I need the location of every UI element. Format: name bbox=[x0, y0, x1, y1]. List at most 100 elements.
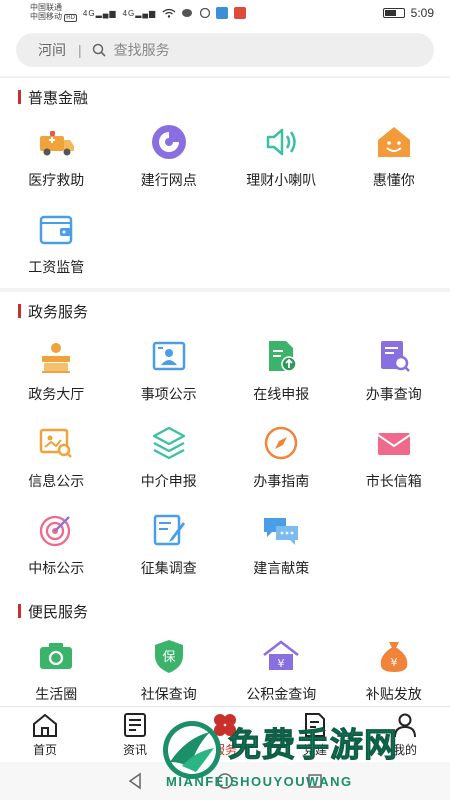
service-label: 社保查询 bbox=[140, 686, 197, 702]
finance-section: 普惠金融 医疗救助 建行网点 理财小喇叭 惠懂你 工资监管 bbox=[0, 78, 450, 288]
service-label: 政务大厅 bbox=[28, 386, 85, 402]
city-selector[interactable]: 河间 bbox=[38, 40, 66, 60]
service-item-agency-declare[interactable]: 中介申报 bbox=[113, 417, 226, 504]
search-input[interactable]: 查找服务 bbox=[114, 40, 170, 60]
service-item-life-circle[interactable]: 生活圈 bbox=[0, 630, 113, 717]
system-nav-bar bbox=[0, 762, 450, 800]
section-marker bbox=[18, 604, 21, 618]
service-item-survey[interactable]: 征集调查 bbox=[113, 504, 226, 591]
home-button-icon[interactable] bbox=[215, 771, 235, 791]
search-separator: | bbox=[78, 42, 82, 58]
service-label: 中标公示 bbox=[28, 560, 85, 576]
tab-label: 服务 bbox=[212, 743, 237, 757]
wifi-icon bbox=[162, 8, 176, 18]
shield-icon: 保 bbox=[149, 636, 189, 676]
tab-label: 首页 bbox=[32, 743, 57, 757]
service-label: 建言献策 bbox=[253, 560, 310, 576]
section-marker bbox=[18, 304, 21, 318]
svg-text:¥: ¥ bbox=[278, 657, 285, 670]
tab-home[interactable]: 首页 bbox=[0, 707, 90, 762]
service-label: 工资监管 bbox=[28, 259, 85, 275]
service-desk-icon bbox=[36, 336, 76, 376]
service-label: 惠懂你 bbox=[372, 172, 415, 188]
signal-1-icon: 4G▂▄▆ bbox=[82, 8, 117, 18]
finance-grid: 医疗救助 建行网点 理财小喇叭 惠懂你 工资监管 bbox=[0, 116, 450, 290]
government-section: 政务服务 政务大厅 事项公示 在线申报 办事查询 信息公示 中介申报 办事指南 … bbox=[0, 292, 450, 592]
service-item-bid-notice[interactable]: 中标公示 bbox=[0, 504, 113, 591]
service-item-gov-hall[interactable]: 政务大厅 bbox=[0, 330, 113, 417]
service-label: 补贴发放 bbox=[365, 686, 422, 702]
section-marker bbox=[18, 90, 21, 104]
tab-service[interactable]: 服务 bbox=[180, 707, 270, 762]
status-bar: 中国联通 中国移动 HD 4G▂▄▆ 4G▂▄▆ 5:09 bbox=[0, 0, 450, 26]
app-notify-icon bbox=[200, 8, 211, 18]
service-item-matter-notice[interactable]: 事项公示 bbox=[113, 330, 226, 417]
status-left: 中国联通 中国移动 HD 4G▂▄▆ 4G▂▄▆ bbox=[30, 3, 247, 23]
tab-mine[interactable]: 我的 bbox=[360, 707, 450, 762]
service-label: 办事查询 bbox=[365, 386, 422, 402]
service-item-finance-speaker[interactable]: 理财小喇叭 bbox=[225, 116, 338, 203]
section-title: 普惠金融 bbox=[0, 78, 450, 116]
service-label: 办事指南 bbox=[253, 473, 310, 489]
battery-icon bbox=[382, 8, 405, 18]
carrier-1: 中国联通 bbox=[30, 3, 62, 12]
section-title: 便民服务 bbox=[0, 592, 450, 630]
service-label: 在线申报 bbox=[253, 386, 310, 402]
party-doc-icon bbox=[300, 711, 330, 739]
app-notify-2-icon bbox=[216, 7, 229, 19]
service-label: 医疗救助 bbox=[28, 172, 85, 188]
service-item-subsidy[interactable]: ¥ 补贴发放 bbox=[338, 630, 450, 717]
service-label: 信息公示 bbox=[28, 473, 85, 489]
service-item-ccb-branch[interactable]: 建行网点 bbox=[113, 116, 226, 203]
home-icon bbox=[30, 711, 60, 739]
service-label: 市长信箱 bbox=[365, 473, 422, 489]
signal-2-icon: 4G▂▄▆ bbox=[122, 8, 157, 18]
back-icon[interactable] bbox=[125, 771, 145, 791]
tab-party[interactable]: 党建 bbox=[270, 707, 360, 762]
tab-label: 我的 bbox=[392, 743, 417, 757]
service-item-online-declare[interactable]: 在线申报 bbox=[225, 330, 338, 417]
money-bag-icon: ¥ bbox=[374, 636, 414, 676]
person-icon bbox=[390, 711, 420, 739]
mail-icon bbox=[374, 423, 414, 463]
service-item-social-security[interactable]: 保 社保查询 bbox=[113, 630, 226, 717]
chat-bubbles-icon bbox=[261, 510, 301, 550]
search-icon bbox=[92, 43, 106, 57]
service-item-wage-supervision[interactable]: 工资监管 bbox=[0, 203, 113, 290]
service-label: 建行网点 bbox=[140, 172, 197, 188]
compass-icon bbox=[261, 423, 301, 463]
speaker-icon bbox=[261, 122, 301, 162]
search-header: 河间 | 查找服务 bbox=[0, 26, 450, 76]
carrier-info: 中国联通 中国移动 HD bbox=[30, 3, 77, 23]
government-grid: 政务大厅 事项公示 在线申报 办事查询 信息公示 中介申报 办事指南 市长信箱 … bbox=[0, 330, 450, 591]
edit-form-icon bbox=[149, 510, 189, 550]
carrier-2: 中国移动 HD bbox=[30, 12, 77, 22]
search-bar[interactable]: 河间 | 查找服务 bbox=[16, 33, 434, 67]
service-label: 中介申报 bbox=[140, 473, 197, 489]
tab-news[interactable]: 资讯 bbox=[90, 707, 180, 762]
service-item-suggestions[interactable]: 建言献策 bbox=[225, 504, 338, 591]
upload-document-icon bbox=[261, 336, 301, 376]
status-right: 5:09 bbox=[382, 6, 434, 20]
wechat-icon bbox=[182, 9, 193, 17]
layers-icon bbox=[149, 423, 189, 463]
service-item-mayor-mailbox[interactable]: 市长信箱 bbox=[338, 417, 450, 504]
ccb-logo-icon bbox=[149, 122, 189, 162]
recent-apps-icon[interactable] bbox=[305, 771, 325, 791]
bottom-tab-bar: 首页 资讯 服务 党建 我的 bbox=[0, 706, 450, 762]
service-label: 理财小喇叭 bbox=[246, 172, 317, 188]
wallet-icon bbox=[36, 209, 76, 249]
section-title: 政务服务 bbox=[0, 292, 450, 330]
service-item-affairs-guide[interactable]: 办事指南 bbox=[225, 417, 338, 504]
news-icon bbox=[120, 711, 150, 739]
smiley-house-icon bbox=[374, 122, 414, 162]
service-label: 公积金查询 bbox=[246, 686, 317, 702]
service-item-housing-fund[interactable]: ¥ 公积金查询 bbox=[225, 630, 338, 717]
service-item-medical-aid[interactable]: 医疗救助 bbox=[0, 116, 113, 203]
app-notify-3-icon bbox=[234, 7, 247, 19]
service-item-huidongni[interactable]: 惠懂你 bbox=[338, 116, 450, 203]
info-search-icon bbox=[36, 423, 76, 463]
service-item-affairs-query[interactable]: 办事查询 bbox=[338, 330, 450, 417]
svg-text:¥: ¥ bbox=[390, 656, 397, 669]
service-item-info-notice[interactable]: 信息公示 bbox=[0, 417, 113, 504]
